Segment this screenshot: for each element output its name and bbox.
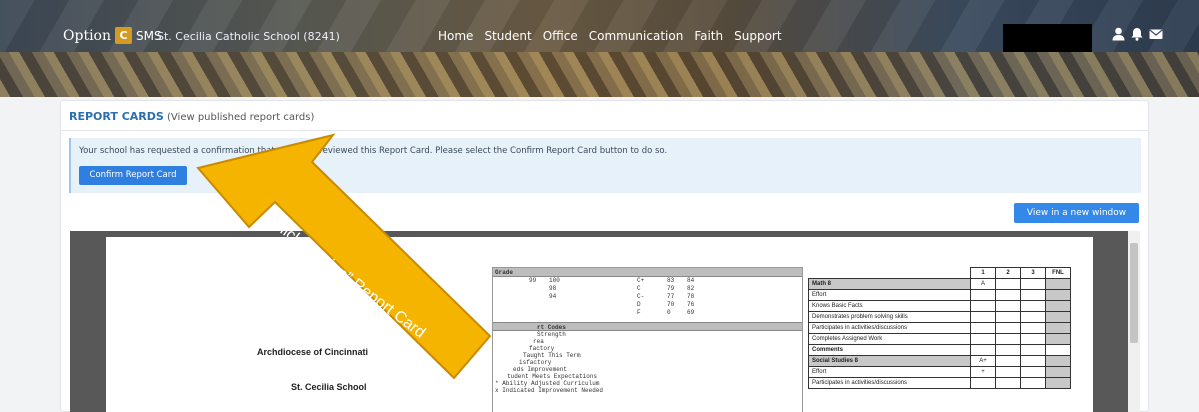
redacted-user-name [1003,24,1092,52]
code-line: * Ability Adjusted Curriculum [495,380,600,387]
navbar: Option C SMS St. Cecilia Catholic School… [0,20,1199,56]
table-header-row: 1 2 3 FNL [809,267,1071,279]
report-cards-panel: REPORT CARDS (View published report card… [60,100,1149,412]
nav-student[interactable]: Student [484,29,531,43]
grades-table: 1 2 3 FNL Math 8A Effort Knows Basic Fac… [808,267,1071,389]
logo-text: Option [63,27,111,44]
table-row: Effort [808,289,1071,301]
code-line: tudent Meets Expectations [507,373,598,380]
header-icons [1112,27,1163,41]
grade-scale-box: Grade 99 100 C+ 83 84 98 C 79 82 94 C- 77 78 D 70 76… [492,267,803,412]
diocese-name: Archdiocese of Cincinnati [257,347,369,357]
table-row: Effort + [808,366,1071,378]
nav-support[interactable]: Support [734,29,781,43]
panel-subtitle: (View published report cards) [167,112,315,123]
nav-communication[interactable]: Communication [589,29,684,43]
code-line: isfactory [519,359,552,366]
panel-title: REPORT CARDS [69,110,164,123]
report-card-viewer[interactable]: Archdiocese of Cincinnati St. Cecilia Sc… [70,231,1140,412]
view-in-new-window-button[interactable]: View in a new window [1014,203,1139,223]
table-row: Participates in activities/discussions [808,322,1071,334]
table-row: Social Studies 8 A+ [808,355,1071,367]
nav-faith[interactable]: Faith [694,29,723,43]
code-line: x Indicated Improvement Needed [495,387,604,394]
grade-row: D 70 76 [637,301,695,308]
grade-row: 99 100 C+ 83 84 [529,277,695,284]
bell-icon[interactable] [1131,27,1143,41]
code-line: eds Improvement [513,366,568,373]
grade-row: F 0 69 [637,309,695,316]
nav-office[interactable]: Office [543,29,578,43]
code-line: Taught This Term [523,352,581,359]
grade-row: 94 C- 77 78 [549,293,695,300]
user-icon[interactable] [1112,27,1125,41]
app-header: Option C SMS St. Cecilia Catholic School… [0,0,1199,97]
confirm-report-card-button[interactable]: Confirm Report Card [79,166,187,185]
alert-text: Your school has requested a confirmation… [79,146,668,156]
table-row: Participates in activities/discussions [808,377,1071,389]
app-logo[interactable]: Option C SMS [63,27,162,44]
column-header: 2 [995,267,1021,279]
nav-home[interactable]: Home [438,29,473,43]
header-mosaic-band [0,52,1199,97]
school-name: St. Cecilia Catholic School (8241) [157,30,340,43]
confirmation-alert: Your school has requested a confirmation… [69,138,1141,193]
main-nav: Home Student Office Communication Faith … [438,29,793,43]
report-card-page: Archdiocese of Cincinnati St. Cecilia Sc… [106,237,1093,412]
table-row: Knows Basic Facts [808,300,1071,312]
envelope-icon[interactable] [1149,27,1163,41]
code-line: Strength [537,331,566,338]
table-row: Completes Assigned Work [808,333,1071,345]
table-row: Demonstrates problem solving skills [808,311,1071,323]
column-header: 1 [970,267,996,279]
panel-divider [61,130,1148,131]
table-row: Comments [808,344,1071,356]
column-header: 3 [1020,267,1046,279]
scrollbar-thumb[interactable] [1130,243,1138,343]
code-line: factory [529,345,555,352]
grade-row: 98 C 79 82 [549,285,695,292]
logo-mark: C [115,27,132,44]
panel-heading: REPORT CARDS (View published report card… [69,110,314,123]
grade-header: Grade [493,268,802,277]
viewer-scrollbar[interactable] [1128,231,1140,412]
table-row: Math 8A [808,278,1071,290]
codes-header: rt Codes [493,322,802,331]
column-header: FNL [1045,267,1071,279]
school-label: St. Cecilia School [291,382,367,392]
code-line: rea [533,338,544,345]
